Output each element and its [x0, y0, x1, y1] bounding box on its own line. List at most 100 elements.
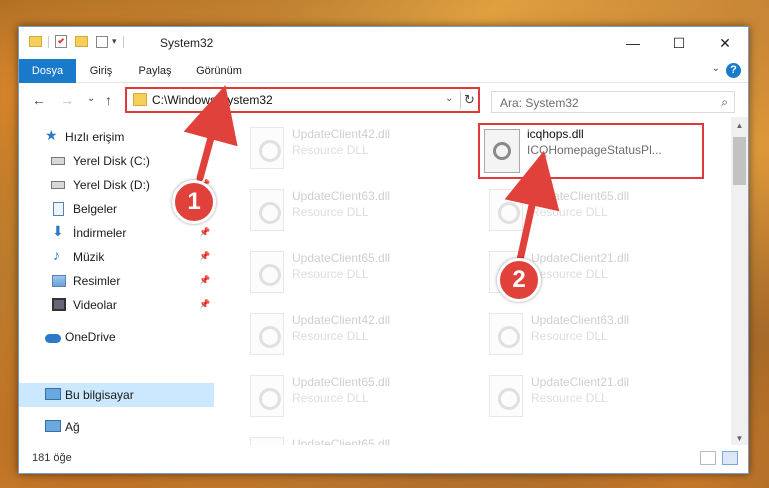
recent-locations-icon[interactable]: ⌄ — [87, 93, 95, 104]
sidebar-item-network[interactable]: Ağ — [19, 415, 214, 439]
dll-file-icon — [489, 313, 523, 355]
item-count: 181 öğe — [32, 452, 72, 464]
navigation-pane: ★ Hızlı erişim Yerel Disk (C:) Yerel Dis… — [19, 117, 214, 447]
dll-file-icon — [250, 375, 284, 417]
vertical-scrollbar[interactable]: ▲ ▼ — [731, 117, 748, 447]
status-bar: 181 öğe — [19, 445, 748, 473]
file-explorer-window: ▾ System32 — ☐ ✕ Dosya Giriş Paylaş Görü… — [18, 26, 749, 474]
file-name: UpdateClient65.dll — [292, 375, 391, 389]
help-button[interactable]: ? — [726, 63, 741, 78]
file-type: Resource DLL — [531, 205, 608, 219]
file-type: Resource DLL — [292, 143, 369, 157]
search-placeholder: Ara: System32 — [500, 96, 579, 110]
refresh-icon[interactable]: ↻ — [460, 91, 478, 109]
dll-file-icon — [250, 189, 284, 231]
maximize-icon: ☐ — [672, 34, 686, 51]
file-item[interactable]: UpdateClient65.dll Resource DLL — [240, 247, 470, 299]
window-title: System32 — [160, 36, 214, 50]
close-button[interactable]: ✕ — [702, 27, 748, 59]
tab-home[interactable]: Giriş — [86, 59, 116, 83]
sidebar-item-label: Bu bilgisayar — [65, 388, 134, 402]
tab-share[interactable]: Paylaş — [135, 59, 175, 83]
address-path[interactable]: C:\Windows\System32 — [152, 93, 273, 107]
file-item[interactable]: UpdateClient65.dll Resource DLL — [479, 185, 709, 237]
sidebar-item-label: Belgeler — [73, 202, 118, 216]
back-icon[interactable]: ← — [32, 92, 46, 108]
separator — [122, 35, 124, 48]
sidebar-item-onedrive[interactable]: OneDrive — [19, 325, 214, 349]
forward-icon[interactable]: → — [60, 92, 74, 108]
pin-icon: 📌 — [199, 275, 211, 285]
file-type: Resource DLL — [531, 329, 608, 343]
file-name: UpdateClient65.dll — [531, 189, 630, 203]
up-icon[interactable]: ↑ — [105, 92, 112, 108]
file-name: UpdateClient21.dll — [531, 375, 630, 389]
file-name: UpdateClient63.dll — [531, 313, 630, 327]
videos-icon — [52, 298, 66, 311]
tiles-view-icon[interactable] — [722, 451, 738, 465]
file-item[interactable]: UpdateClient63.dll Resource DLL — [479, 309, 709, 361]
dll-file-icon — [484, 129, 520, 173]
file-item[interactable]: UpdateClient63.dll Resource DLL — [240, 185, 470, 237]
star-icon: ★ — [45, 127, 58, 143]
sidebar-item-videos[interactable]: Videolar 📌 — [19, 293, 214, 317]
download-icon: ⬇ — [52, 223, 64, 239]
dll-file-icon — [250, 313, 284, 355]
file-name: UpdateClient42.dll — [292, 127, 391, 141]
sidebar-item-label: Resimler — [73, 274, 121, 288]
minimize-button[interactable]: — — [610, 27, 656, 59]
file-name: UpdateClient63.dll — [292, 189, 391, 203]
sidebar-item-quick-access[interactable]: ★ Hızlı erişim — [19, 125, 214, 149]
gear-icon — [493, 142, 511, 160]
quick-access-toolbar: ▾ — [29, 35, 130, 48]
qa-dropdown-icon[interactable]: ▾ — [112, 36, 117, 47]
new-folder-icon[interactable] — [75, 36, 88, 47]
folder-icon — [133, 93, 147, 106]
sidebar-item-downloads[interactable]: ⬇ İndirmeler 📌 — [19, 221, 214, 245]
maximize-button[interactable]: ☐ — [656, 27, 702, 59]
file-type: Resource DLL — [292, 329, 369, 343]
file-item[interactable]: UpdateClient65.dll Resource DLL — [240, 371, 470, 423]
file-type: Resource DLL — [292, 205, 369, 219]
sidebar-item-this-pc[interactable]: Bu bilgisayar — [19, 383, 214, 407]
file-type: Resource DLL — [531, 391, 608, 405]
cloud-icon — [45, 334, 61, 343]
file-item[interactable]: UpdateClient42.dll Resource DLL — [240, 123, 470, 175]
minimize-icon: — — [626, 35, 640, 51]
highlighted-file-item[interactable]: icqhops.dll ICQHomepageStatusPl... — [478, 123, 704, 179]
scrollbar-thumb[interactable] — [733, 137, 746, 185]
file-list: UpdateClient42.dll Resource DLL UpdateCl… — [214, 117, 731, 447]
sidebar-item-pictures[interactable]: Resimler 📌 — [19, 269, 214, 293]
step-2-badge: 2 — [497, 258, 541, 302]
tab-file[interactable]: Dosya — [19, 59, 76, 83]
sidebar-item-label: Videolar — [73, 298, 117, 312]
documents-icon — [53, 202, 64, 216]
dll-file-icon — [489, 375, 523, 417]
scroll-up-icon[interactable]: ▲ — [731, 117, 748, 134]
sidebar-item-label: OneDrive — [65, 330, 116, 344]
properties-icon[interactable] — [55, 35, 67, 48]
tab-view[interactable]: Görünüm — [194, 59, 244, 83]
navigation-bar: ← → ⌄ ↑ C:\Windows\System32 ⌄ ↻ Ara: Sys… — [19, 83, 748, 117]
chevron-down-icon[interactable]: ⌄ — [445, 93, 453, 104]
search-input[interactable]: Ara: System32 ⌕ — [491, 91, 735, 113]
details-view-icon[interactable] — [700, 451, 716, 465]
file-item[interactable]: UpdateClient42.dll Resource DLL — [240, 309, 470, 361]
address-bar[interactable]: C:\Windows\System32 ⌄ ↻ — [125, 87, 480, 113]
sidebar-item-disk-c[interactable]: Yerel Disk (C:) — [19, 149, 214, 173]
chevron-down-icon[interactable]: ⌄ — [712, 63, 720, 74]
file-item[interactable]: UpdateClient21.dll Resource DLL — [479, 371, 709, 423]
drive-icon — [51, 157, 65, 165]
pictures-icon — [52, 275, 66, 287]
dll-file-icon — [489, 189, 523, 231]
file-name: UpdateClient42.dll — [292, 313, 391, 327]
file-name: UpdateClient21.dll — [531, 251, 630, 265]
sidebar-item-music[interactable]: ♪ Müzik 📌 — [19, 245, 214, 269]
sidebar-item-label: Ağ — [65, 420, 80, 434]
file-type: ICQHomepageStatusPl... — [527, 143, 662, 157]
step-1-badge: 1 — [172, 180, 216, 224]
customize-icon[interactable] — [96, 35, 108, 48]
file-type: Resource DLL — [531, 267, 608, 281]
search-icon[interactable]: ⌕ — [721, 95, 728, 110]
ribbon-tabs: Dosya Giriş Paylaş Görünüm ⌄ ? — [19, 59, 748, 83]
